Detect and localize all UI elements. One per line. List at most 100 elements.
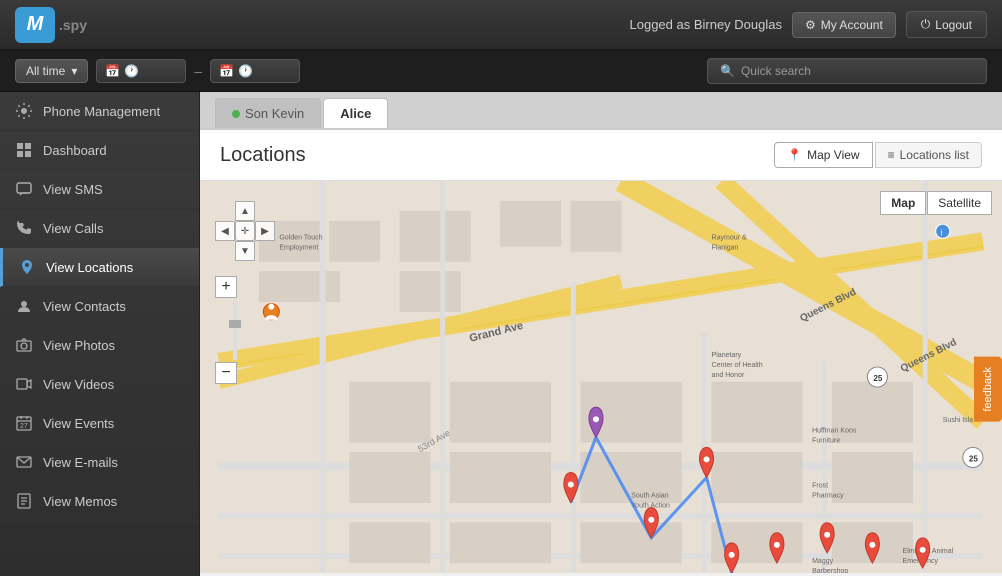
sidebar-item-label: View E-mails bbox=[43, 455, 118, 470]
sidebar-item-view-locations[interactable]: View Locations bbox=[0, 248, 199, 287]
map-navigation: ▲ ◀ ✛ ▶ ▼ bbox=[215, 201, 275, 261]
svg-text:25: 25 bbox=[969, 454, 978, 463]
map-type-satellite-button[interactable]: Satellite bbox=[927, 191, 992, 215]
sidebar-item-view-memos[interactable]: View Memos bbox=[0, 482, 199, 521]
sidebar-item-view-events[interactable]: 27 View Events bbox=[0, 404, 199, 443]
locations-list-button[interactable]: ≡ Locations list bbox=[875, 142, 982, 168]
nav-center-button[interactable]: ✛ bbox=[235, 221, 255, 241]
map-type-controls: Map Satellite bbox=[880, 191, 992, 215]
toolbar: All time ▾ 📅 🕐 – 📅 🕐 🔍 Quick search bbox=[0, 50, 1002, 92]
sidebar-item-view-photos[interactable]: View Photos bbox=[0, 326, 199, 365]
clock-icon-2: 🕐 bbox=[238, 64, 253, 78]
memo-icon bbox=[15, 492, 33, 510]
list-icon: ≡ bbox=[888, 148, 895, 162]
time-range-label: All time bbox=[26, 64, 65, 78]
time-range-select[interactable]: All time ▾ bbox=[15, 59, 88, 83]
svg-text:Employment: Employment bbox=[279, 244, 318, 251]
contacts-icon bbox=[15, 297, 33, 315]
gear-icon bbox=[15, 102, 33, 120]
video-icon bbox=[15, 375, 33, 393]
power-icon: ⏻ bbox=[921, 17, 931, 32]
sidebar-item-label: Phone Management bbox=[43, 104, 160, 119]
zoom-out-button[interactable]: − bbox=[215, 362, 237, 384]
sidebar-item-label: Dashboard bbox=[43, 143, 107, 158]
location-icon bbox=[18, 258, 36, 276]
svg-text:Frost: Frost bbox=[812, 483, 828, 490]
nav-right-button[interactable]: ▶ bbox=[255, 221, 275, 241]
svg-text:Sushi Isla: Sushi Isla bbox=[943, 417, 974, 424]
grid-icon bbox=[15, 141, 33, 159]
sidebar-item-label: View Memos bbox=[43, 494, 117, 509]
main-layout: Phone Management Dashboard View SMS View… bbox=[0, 92, 1002, 576]
svg-text:Raymour &: Raymour & bbox=[712, 234, 747, 241]
locations-list-label: Locations list bbox=[900, 148, 969, 162]
zoom-track bbox=[233, 300, 237, 360]
my-account-button[interactable]: ⚙ My Account bbox=[792, 12, 896, 38]
logo-icon: M bbox=[15, 7, 55, 43]
search-icon: 🔍 bbox=[720, 64, 735, 78]
logout-button[interactable]: ⏻ Logout bbox=[906, 11, 987, 38]
sidebar-item-view-contacts[interactable]: View Contacts bbox=[0, 287, 199, 326]
sidebar-item-label: View SMS bbox=[43, 182, 103, 197]
chevron-down-icon: ▾ bbox=[71, 64, 77, 78]
calendar-icon-2: 📅 bbox=[219, 64, 234, 78]
logo-sub: .spy bbox=[59, 17, 87, 33]
page-content: Locations 📍 Map View ≡ Locations list bbox=[200, 130, 1002, 576]
tab-alice[interactable]: Alice bbox=[323, 98, 388, 128]
logout-label: Logout bbox=[935, 18, 972, 32]
sidebar-item-label: View Events bbox=[43, 416, 114, 431]
map-type-map-button[interactable]: Map bbox=[880, 191, 926, 215]
online-indicator bbox=[232, 110, 240, 118]
nav-cross: ▲ ◀ ✛ ▶ ▼ bbox=[215, 201, 275, 261]
feedback-tab[interactable]: feedback bbox=[974, 357, 1002, 422]
calendar-icon: 📅 bbox=[105, 64, 120, 78]
zoom-controls: + − bbox=[215, 276, 237, 384]
email-icon bbox=[15, 453, 33, 471]
clock-icon: 🕐 bbox=[124, 64, 139, 78]
svg-text:Flanigan: Flanigan bbox=[712, 244, 739, 251]
nav-down-button[interactable]: ▼ bbox=[235, 241, 255, 261]
content-area: Son Kevin Alice Locations 📍 Map View ≡ L… bbox=[200, 92, 1002, 576]
svg-text:27: 27 bbox=[20, 423, 28, 430]
sidebar-item-view-emails[interactable]: View E-mails bbox=[0, 443, 199, 482]
locations-header: Locations 📍 Map View ≡ Locations list bbox=[200, 130, 1002, 181]
svg-text:Barbershop: Barbershop bbox=[812, 568, 848, 573]
calendar-icon: 27 bbox=[15, 414, 33, 432]
svg-text:i: i bbox=[941, 228, 943, 237]
sidebar-item-view-videos[interactable]: View Videos bbox=[0, 365, 199, 404]
view-toggle: 📍 Map View ≡ Locations list bbox=[774, 142, 982, 168]
logged-as-text: Logged as Birney Douglas bbox=[630, 17, 783, 32]
zoom-in-button[interactable]: + bbox=[215, 276, 237, 298]
logo-area: M .spy bbox=[15, 7, 87, 43]
sidebar-item-dashboard[interactable]: Dashboard bbox=[0, 131, 199, 170]
nav-left-button[interactable]: ◀ bbox=[215, 221, 235, 241]
map-view-label: Map View bbox=[807, 148, 859, 162]
svg-text:Pharmacy: Pharmacy bbox=[812, 493, 844, 500]
gear-icon: ⚙ bbox=[805, 18, 816, 32]
map-view-button[interactable]: 📍 Map View bbox=[774, 142, 872, 168]
quick-search-box[interactable]: 🔍 Quick search bbox=[707, 58, 987, 84]
sidebar-item-view-sms[interactable]: View SMS bbox=[0, 170, 199, 209]
svg-text:and Honor: and Honor bbox=[712, 372, 745, 379]
date-to-input[interactable]: 📅 🕐 bbox=[210, 59, 300, 83]
svg-text:Furniture: Furniture bbox=[812, 437, 840, 444]
map-pin-icon: 📍 bbox=[787, 148, 802, 162]
sidebar-item-label: View Videos bbox=[43, 377, 114, 392]
sidebar: Phone Management Dashboard View SMS View… bbox=[0, 92, 200, 576]
map-container[interactable]: Grand Ave Queens Blvd Queens Blvd 53rd A… bbox=[200, 181, 1002, 573]
tab-son-kevin[interactable]: Son Kevin bbox=[215, 98, 321, 128]
svg-text:South Asian: South Asian bbox=[631, 493, 669, 500]
tabs-bar: Son Kevin Alice bbox=[200, 92, 1002, 130]
sidebar-item-label: View Photos bbox=[43, 338, 115, 353]
zoom-thumb[interactable] bbox=[229, 320, 241, 328]
nav-up-button[interactable]: ▲ bbox=[235, 201, 255, 221]
sidebar-item-label: View Locations bbox=[46, 260, 133, 275]
quick-search-placeholder: Quick search bbox=[741, 64, 811, 78]
sidebar-item-label: View Calls bbox=[43, 221, 103, 236]
sidebar-item-phone-management[interactable]: Phone Management bbox=[0, 92, 199, 131]
sidebar-item-view-calls[interactable]: View Calls bbox=[0, 209, 199, 248]
header-right: Logged as Birney Douglas ⚙ My Account ⏻ … bbox=[630, 11, 988, 38]
svg-text:Huffman Koos: Huffman Koos bbox=[812, 427, 857, 434]
my-account-label: My Account bbox=[821, 18, 883, 32]
date-from-input[interactable]: 📅 🕐 bbox=[96, 59, 186, 83]
